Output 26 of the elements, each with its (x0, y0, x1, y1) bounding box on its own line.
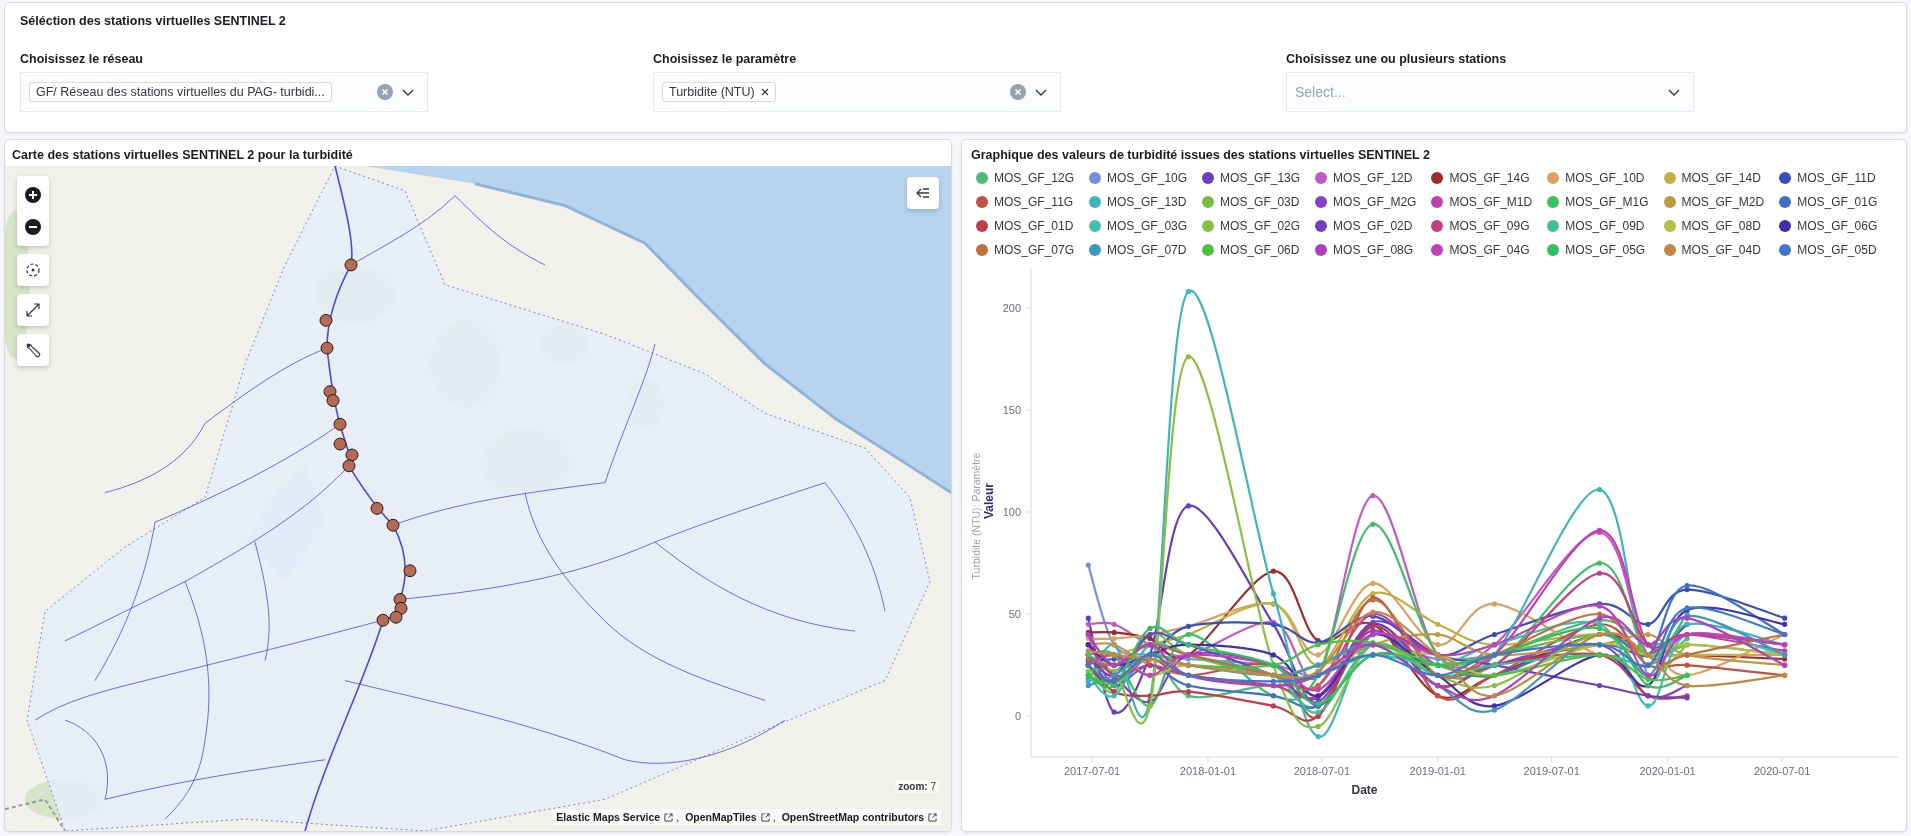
select-placeholder: Select... (1295, 84, 1346, 100)
y-tick-label: 150 (1002, 403, 1021, 416)
separator-text: , (772, 811, 776, 823)
x-axis-title: Date (1351, 783, 1378, 797)
field-label: Choisissez une ou plusieurs stations (1286, 52, 1507, 66)
panel-title: Séléction des stations virtuelles SENTINEL 2 (20, 14, 286, 28)
panel-title: Graphique des valeurs de turbidité issues des stations virtuelles SENTINEL 2 (971, 148, 1430, 162)
selected-value: GF/ Réseau des stations virtuelles du PAG- turbidi... (29, 82, 332, 102)
field-label: Choisissez le réseau (20, 52, 143, 66)
y-tick-label: 200 (1002, 301, 1021, 314)
field-label: Choisissez le paramètre (653, 52, 797, 66)
y-axis-caption: Turbidite (NTU): Paramètre (970, 452, 982, 580)
x-tick-label: 2020-01-01 (1639, 765, 1696, 777)
y-axis-title: Valeur (982, 483, 996, 519)
y-tick-label: 100 (1002, 506, 1021, 518)
panel-title: Carte des stations virtuelles SENTINEL 2 pour la turbidité (12, 148, 353, 162)
x-tick-label: 2018-01-01 (1179, 765, 1237, 777)
x-tick-label: 2019-07-01 (1523, 765, 1580, 777)
x-tick-label: 2018-07-01 (1293, 765, 1351, 777)
y-tick-label: 0 (1014, 710, 1021, 723)
zoom-level: zoom: 7 (895, 780, 939, 793)
x-tick-label: 2019-01-01 (1409, 765, 1466, 777)
y-tick-label: 50 (1008, 608, 1021, 621)
x-tick-label: 2017-07-01 (1063, 765, 1121, 777)
x-tick-label: 2020-07-01 (1754, 765, 1811, 777)
separator-text: , (676, 811, 680, 823)
